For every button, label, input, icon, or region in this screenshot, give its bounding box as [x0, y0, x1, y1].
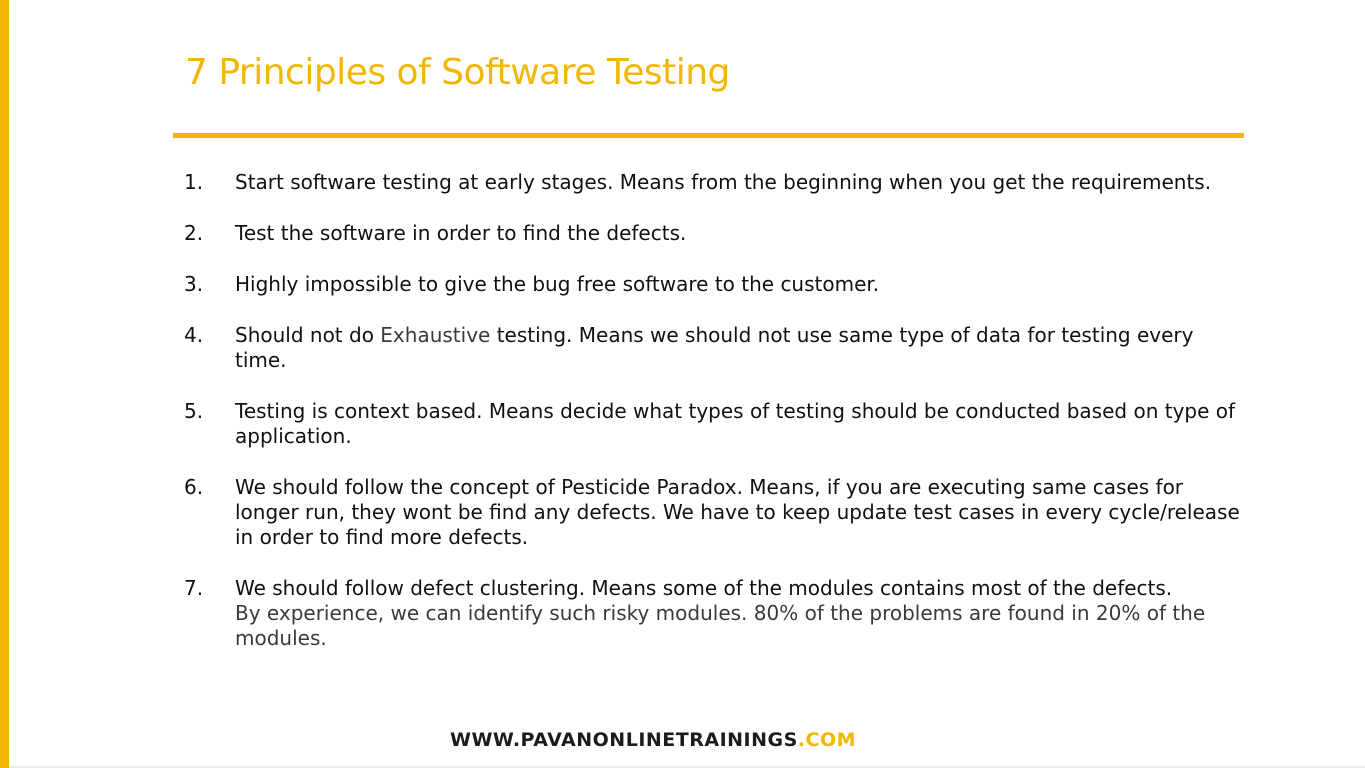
- left-accent-bar: [0, 0, 9, 768]
- principle-text: Highly impossible to give the bug free s…: [235, 272, 880, 296]
- principle-text: We should follow the concept of Pesticid…: [235, 475, 1240, 549]
- principle-highlight: Exhaustive: [380, 323, 491, 347]
- principle-item-1: 1. Start software testing at early stage…: [184, 170, 1244, 195]
- principle-item-6: 6. We should follow the concept of Pesti…: [184, 475, 1244, 550]
- principle-item-7: 7. We should follow defect clustering. M…: [184, 576, 1244, 651]
- principle-item-5: 5. Testing is context based. Means decid…: [184, 399, 1244, 449]
- principle-text: Start software testing at early stages. …: [235, 170, 1212, 194]
- principle-number: 6.: [184, 475, 204, 499]
- principle-item-3: 3. Highly impossible to give the bug fre…: [184, 272, 1244, 297]
- principle-text-main: We should follow defect clustering. Mean…: [235, 576, 1173, 600]
- principle-text: We should follow defect clustering. Mean…: [235, 576, 1244, 651]
- principle-text: Test the software in order to find the d…: [235, 221, 687, 245]
- slide: 7 Principles of Software Testing 1. Star…: [0, 0, 1365, 768]
- principle-number: 5.: [184, 399, 204, 423]
- title-underline: [173, 133, 1244, 138]
- principle-text: Testing is context based. Means decide w…: [235, 399, 1236, 448]
- principle-text-extra: By experience, we can identify such risk…: [235, 601, 1206, 650]
- footer-site: WWW.PAVANONLINETRAININGS: [450, 729, 798, 751]
- principle-number: 1.: [184, 170, 204, 194]
- principle-number: 7.: [184, 576, 204, 600]
- principle-number: 4.: [184, 323, 204, 347]
- principles-list: 1. Start software testing at early stage…: [184, 170, 1244, 677]
- principle-text-before: Should not do: [235, 323, 381, 347]
- principle-number: 2.: [184, 221, 204, 245]
- footer-tld: .COM: [797, 729, 857, 751]
- principle-item-4: 4. Should not do Exhaustive testing. Mea…: [184, 323, 1244, 373]
- principle-item-2: 2. Test the software in order to find th…: [184, 221, 1244, 246]
- principle-number: 3.: [184, 272, 204, 296]
- slide-title: 7 Principles of Software Testing: [185, 52, 730, 93]
- principle-text: Should not do Exhaustive testing. Means …: [235, 323, 1244, 373]
- website-footer: WWW.PAVANONLINETRAININGS.COM: [450, 729, 856, 751]
